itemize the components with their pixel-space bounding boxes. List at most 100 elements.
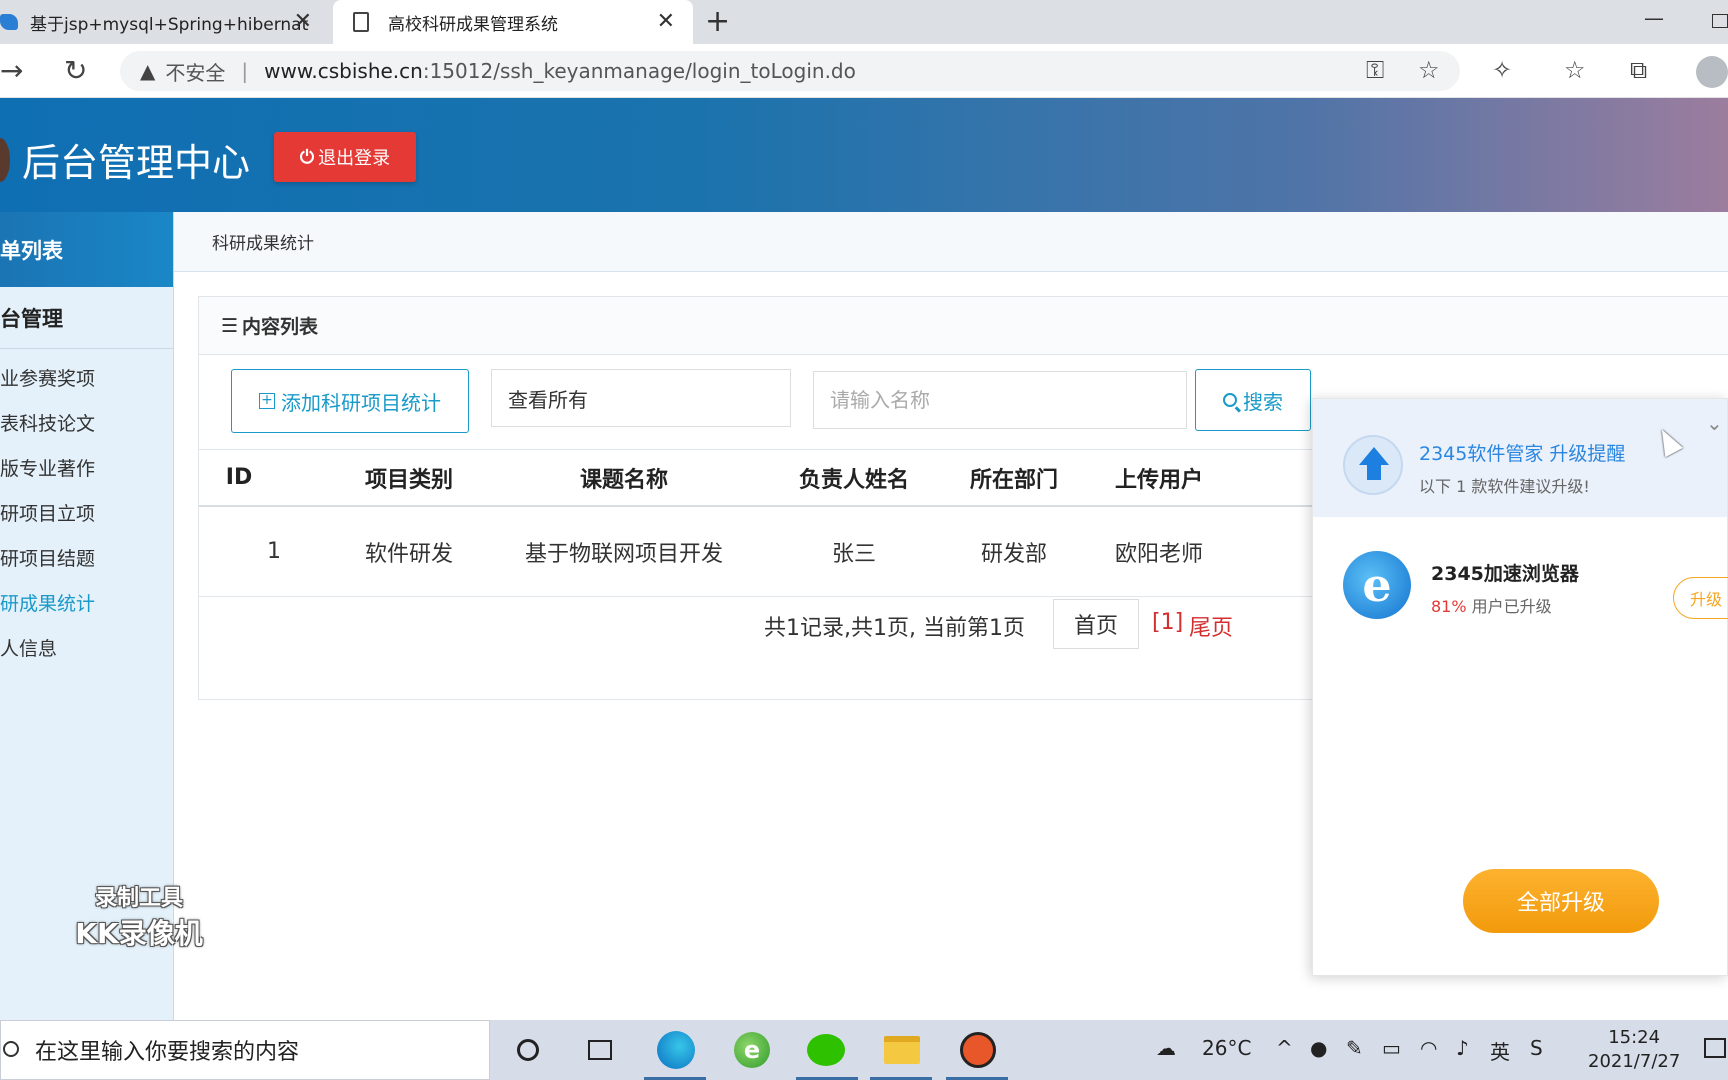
watermark-line2: KK录像机: [75, 917, 203, 950]
notification-icon[interactable]: [1704, 1038, 1726, 1058]
search-input[interactable]: [813, 371, 1187, 429]
power-icon: ⏻: [299, 146, 315, 168]
sidebar-item-project-setup[interactable]: 研项目立项: [0, 490, 173, 535]
url-host: www.csbishe.cn: [264, 59, 423, 83]
sidebar-item-project-close[interactable]: 研项目结题: [0, 535, 173, 580]
taskbar-search[interactable]: 在这里输入你要搜索的内容: [0, 1020, 490, 1080]
url-text: www.csbishe.cn:15012/ssh_keyanmanage/log…: [264, 59, 856, 83]
sidebar-item-statistics[interactable]: 研成果统计: [0, 580, 173, 625]
search-icon: [1223, 393, 1237, 407]
network-icon[interactable]: ◠: [1420, 1036, 1437, 1060]
search-label: 搜索: [1243, 389, 1283, 414]
app-upgrade-button[interactable]: 升级: [1673, 577, 1728, 619]
upgrade-popup: 2345软件管家 升级提醒 以下 1 款软件建议升级! ⌄ e 2345加速浏览…: [1312, 398, 1728, 976]
first-page-button[interactable]: 首页: [1053, 599, 1139, 649]
sidebar-item-profile[interactable]: 人信息: [0, 625, 173, 670]
chevron-down-icon[interactable]: ⌄: [1706, 411, 1723, 435]
favorites-icon[interactable]: ☆: [1564, 56, 1586, 84]
column-header-id: ID: [225, 465, 253, 490]
tab-title: 高校科研成果管理系统: [388, 14, 558, 35]
tray-app-icon[interactable]: ✎: [1346, 1036, 1363, 1060]
url-field[interactable]: ▲ 不安全 | www.csbishe.cn:15012/ssh_keyanma…: [120, 51, 1460, 91]
column-header-topic: 课题名称: [579, 467, 668, 493]
divider: |: [241, 59, 249, 83]
popup-header: 2345软件管家 升级提醒 以下 1 款软件建议升级! ⌄: [1313, 399, 1727, 517]
upgrade-all-button[interactable]: 全部升级: [1463, 869, 1659, 933]
sidebar-item-books[interactable]: 版专业著作: [0, 445, 173, 490]
collections-icon[interactable]: ⧉: [1630, 56, 1647, 84]
cell-id: 1: [267, 539, 281, 564]
clock-time: 15:24: [1608, 1027, 1661, 1048]
current-page-link[interactable]: [1]: [1152, 610, 1183, 635]
cell-category: 软件研发: [364, 541, 453, 567]
search-icon: [3, 1041, 19, 1057]
browser-2345-icon: e: [1343, 551, 1411, 619]
watermark-line1: 录制工具: [94, 886, 183, 911]
app-upgrade-text: 用户已升级: [1466, 597, 1552, 616]
recorder-watermark: 录制工具 KK录像机: [64, 880, 214, 952]
refresh-icon[interactable]: ↻: [64, 54, 87, 87]
add-favorite-icon[interactable]: ☆: [1418, 56, 1440, 84]
app-icon[interactable]: [958, 1030, 998, 1070]
breadcrumb: 科研成果统计: [174, 212, 1728, 272]
ie-icon[interactable]: e: [732, 1030, 772, 1070]
address-bar-row: → ↻ ▲ 不安全 | www.csbishe.cn:15012/ssh_key…: [0, 44, 1728, 98]
ime-indicator[interactable]: 英: [1490, 1036, 1510, 1065]
logout-label: 退出登录: [318, 148, 391, 169]
last-page-link[interactable]: 尾页: [1189, 610, 1233, 642]
weather-icon[interactable]: ☁: [1156, 1036, 1176, 1060]
column-header-owner: 负责人姓名: [798, 467, 909, 493]
popup-subtitle: 以下 1 款软件建议升级!: [1419, 477, 1590, 496]
app-name: 2345加速浏览器: [1431, 563, 1579, 585]
add-project-label: 添加科研项目统计: [281, 390, 441, 415]
tray-app-icon[interactable]: ●: [1310, 1036, 1327, 1060]
temperature[interactable]: 26°C: [1202, 1036, 1251, 1060]
cortana-icon[interactable]: [508, 1030, 548, 1070]
new-tab-button[interactable]: +: [705, 4, 730, 39]
maximize-icon[interactable]: [1712, 14, 1728, 28]
task-view-icon[interactable]: [580, 1030, 620, 1070]
tab-title: 基于jsp+mysql+Spring+hibernat: [30, 14, 309, 35]
plus-square-icon: +: [259, 393, 275, 409]
column-header-department: 所在部门: [969, 467, 1058, 493]
forward-icon[interactable]: →: [0, 54, 23, 87]
browser-tabbar: 基于jsp+mysql+Spring+hibernat ✕ 高校科研成果管理系统…: [0, 0, 1728, 44]
battery-icon[interactable]: ▭: [1382, 1036, 1401, 1060]
taskbar: 在这里输入你要搜索的内容 e ☁ 26°C ^ ● ✎ ▭ ◠ ♪ 英 S 15…: [0, 1020, 1728, 1080]
insecure-label: 不安全: [165, 60, 226, 85]
sidebar-group[interactable]: 台管理: [0, 287, 173, 349]
panel-title-text: 内容列表: [242, 316, 319, 338]
tray-app-icon[interactable]: S: [1530, 1036, 1543, 1060]
cell-topic: 基于物联网项目开发: [524, 541, 723, 567]
cell-department: 研发部: [980, 541, 1047, 567]
extensions-icon[interactable]: ✧: [1492, 56, 1512, 84]
pagination-info: 共1记录,共1页, 当前第1页: [764, 616, 1025, 641]
tab-close-icon[interactable]: ✕: [657, 9, 675, 34]
tab-close-icon[interactable]: ✕: [294, 9, 312, 34]
browser-tab-active[interactable]: 高校科研成果管理系统 ✕: [333, 0, 693, 44]
upgrade-arrow-icon: [1343, 435, 1403, 495]
browser-tab[interactable]: 基于jsp+mysql+Spring+hibernat ✕: [0, 0, 330, 44]
logout-button[interactable]: ⏻ 退出登录: [274, 132, 416, 182]
wechat-icon[interactable]: [806, 1030, 846, 1070]
key-icon[interactable]: ⚿: [1366, 56, 1384, 84]
minimize-icon[interactable]: —: [1644, 6, 1664, 30]
filter-select[interactable]: 查看所有: [491, 369, 791, 427]
chevron-up-icon[interactable]: ^: [1276, 1036, 1293, 1060]
file-explorer-icon[interactable]: [882, 1030, 922, 1070]
profile-avatar[interactable]: [1696, 56, 1728, 88]
app-row: e 2345加速浏览器 81% 用户已升级 升级: [1313, 517, 1728, 627]
column-header-category: 项目类别: [364, 467, 453, 493]
avatar: [0, 138, 10, 182]
clock[interactable]: 15:24 2021/7/27: [1588, 1026, 1680, 1074]
app-upgrade-stat: 81% 用户已升级: [1431, 593, 1552, 617]
search-button[interactable]: 搜索: [1195, 369, 1311, 431]
popup-title: 2345软件管家 升级提醒: [1419, 443, 1626, 465]
volume-icon[interactable]: ♪: [1456, 1036, 1469, 1060]
add-project-button[interactable]: + 添加科研项目统计: [231, 369, 469, 433]
edge-icon[interactable]: [656, 1030, 696, 1070]
sidebar-item-awards[interactable]: 业参赛奖项: [0, 355, 173, 400]
cell-owner: 张三: [831, 541, 876, 567]
sidebar-item-papers[interactable]: 表科技论文: [0, 400, 173, 445]
app-title: 后台管理中心: [22, 141, 251, 185]
